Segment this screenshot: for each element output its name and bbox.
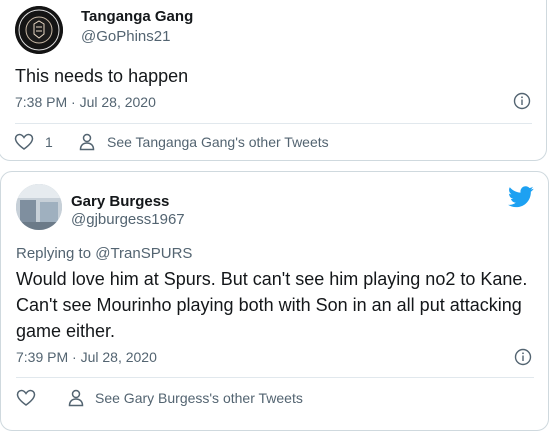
tweet-timestamp[interactable]: 7:38 PM · Jul 28, 2020: [15, 94, 156, 110]
user-handle[interactable]: @gjburgess1967: [71, 211, 185, 228]
divider: [16, 377, 534, 378]
tweet-text: Would love him at Spurs. But can't see h…: [16, 269, 528, 341]
tweet-timestamp[interactable]: 7:39 PM · Jul 28, 2020: [16, 349, 157, 365]
person-icon: [68, 389, 84, 407]
heart-icon[interactable]: [16, 389, 36, 407]
profile-photo: [16, 184, 62, 230]
person-icon: [79, 133, 95, 151]
tweet-card: Tanganga Gang @GoPhins21 This needs to h…: [0, 0, 547, 161]
divider: [15, 123, 532, 124]
avatar[interactable]: [15, 6, 63, 54]
tweet-card: Gary Burgess @gjburgess1967 Replying to …: [0, 171, 549, 431]
other-tweets-link[interactable]: See Tanganga Gang's other Tweets: [107, 134, 329, 150]
replying-to[interactable]: Replying to @TranSPURS: [16, 245, 192, 262]
avatar[interactable]: [16, 184, 62, 230]
display-name[interactable]: Tanganga Gang: [81, 8, 193, 25]
info-icon[interactable]: [513, 92, 531, 110]
other-tweets-link[interactable]: See Gary Burgess's other Tweets: [95, 390, 303, 406]
user-handle[interactable]: @GoPhins21: [81, 28, 170, 45]
heart-icon[interactable]: [14, 133, 34, 151]
twitter-logo-icon[interactable]: [508, 186, 534, 208]
tweet-text: This needs to happen: [15, 66, 189, 86]
info-icon[interactable]: [514, 348, 532, 366]
club-crest-logo: [15, 6, 63, 54]
like-count: 1: [45, 134, 53, 150]
display-name[interactable]: Gary Burgess: [71, 193, 169, 210]
